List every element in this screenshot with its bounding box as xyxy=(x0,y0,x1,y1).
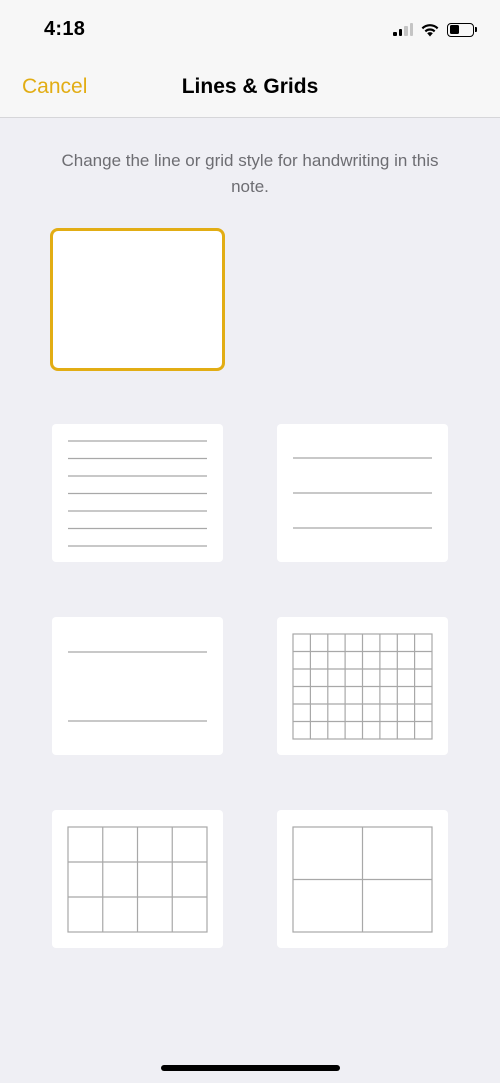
instructions-text: Change the line or grid style for handwr… xyxy=(61,151,439,196)
large-grid-preview xyxy=(292,826,433,933)
wifi-icon xyxy=(421,24,439,37)
small-lines-preview xyxy=(68,440,207,547)
lines-grids-screen: 4:18 Cancel Lines & Grids Change the lin… xyxy=(0,0,500,1083)
small-grid-preview xyxy=(292,633,433,740)
status-time: 4:18 xyxy=(44,18,86,40)
style-option-small-lines[interactable] xyxy=(52,424,223,562)
status-icons xyxy=(393,22,477,37)
cellular-signal-icon xyxy=(393,23,413,36)
medium-lines-preview xyxy=(293,457,432,529)
large-lines-preview xyxy=(68,651,207,722)
medium-grid-preview xyxy=(67,826,208,933)
style-option-medium-lines[interactable] xyxy=(277,424,448,562)
style-option-large-grid[interactable] xyxy=(277,810,448,948)
style-option-large-lines[interactable] xyxy=(52,617,223,755)
page-title: Lines & Grids xyxy=(181,75,319,98)
home-indicator[interactable] xyxy=(161,1065,340,1071)
status-bar: 4:18 xyxy=(0,0,500,58)
style-option-small-grid[interactable] xyxy=(277,617,448,755)
style-option-none[interactable] xyxy=(50,228,225,371)
style-option-medium-grid[interactable] xyxy=(52,810,223,948)
battery-icon xyxy=(447,22,477,37)
navigation-bar: Cancel Lines & Grids xyxy=(0,58,500,118)
